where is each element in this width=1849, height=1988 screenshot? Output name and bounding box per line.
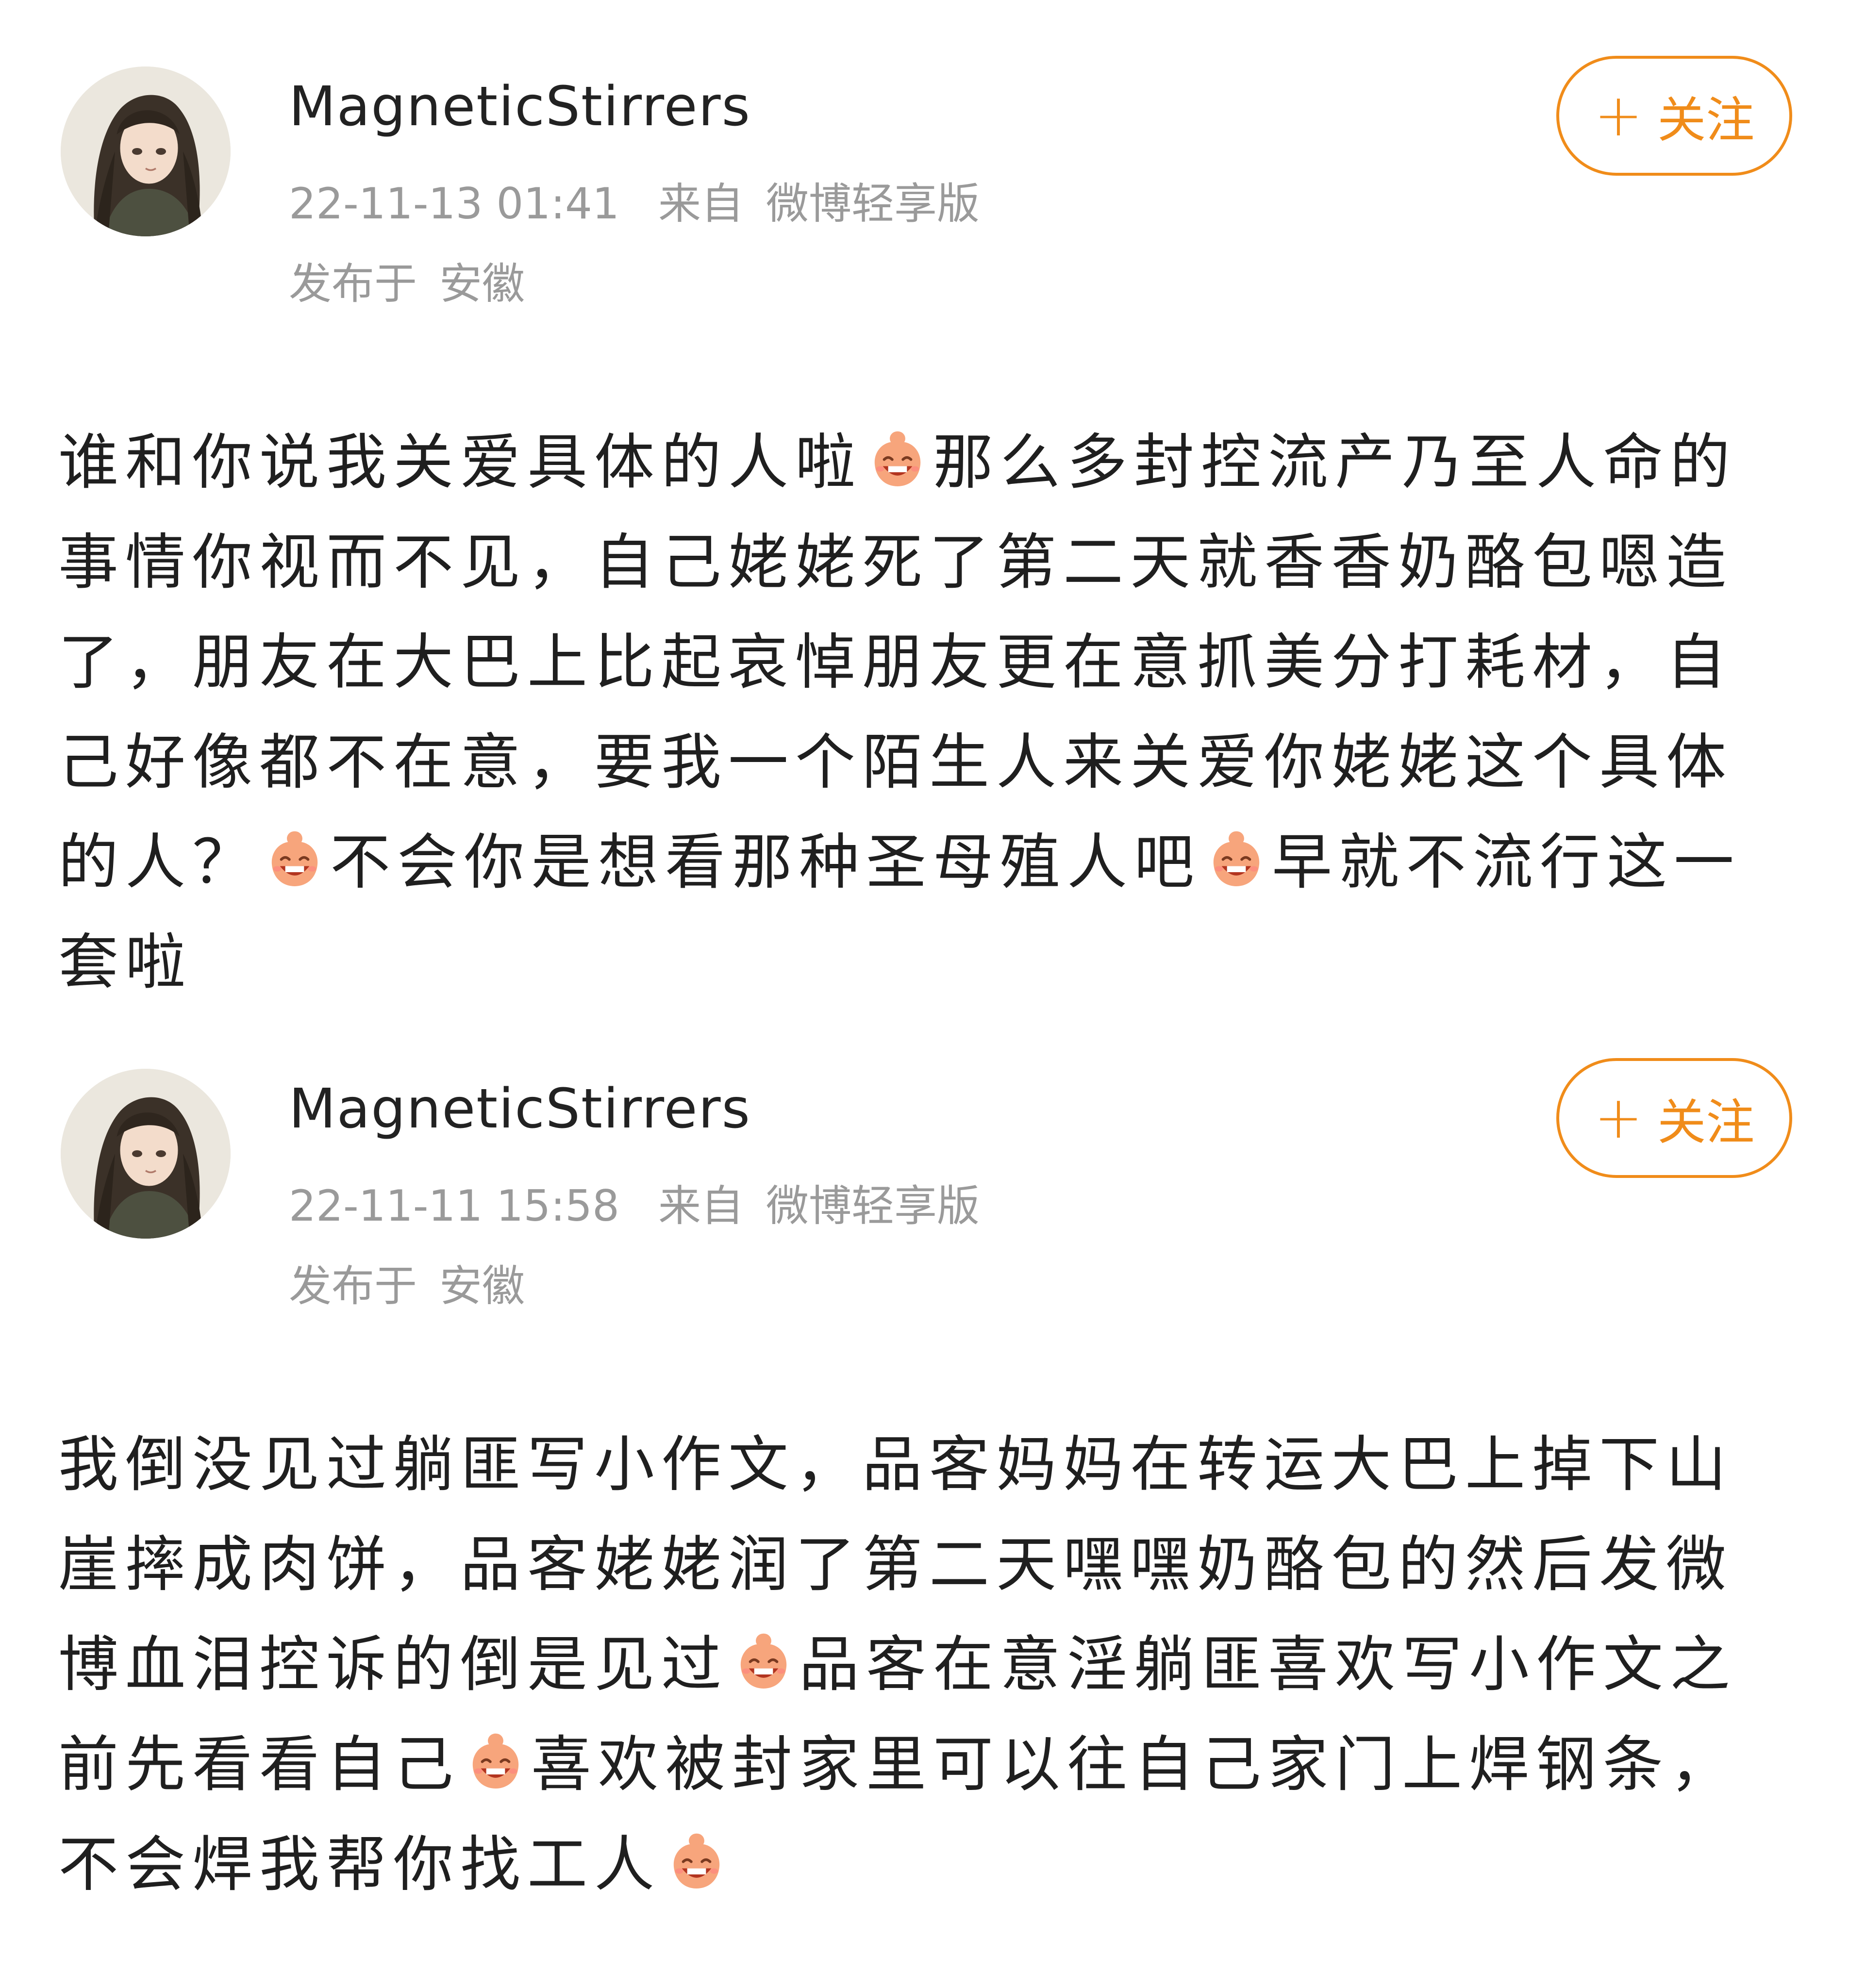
- post-meta: 22-11-11 15:58 来自 微博轻享版: [289, 1179, 980, 1233]
- post-content: 我倒没见过躺匪写小作文，品客妈妈在转运大巴上掉下山崖摔成肉饼，品客姥姥润了第二天…: [58, 1415, 1796, 1915]
- post-meta: 22-11-13 01:41 来自 微博轻享版: [289, 177, 980, 231]
- content-text: 谁和你说我关爱具体的人啦: [58, 428, 863, 497]
- avatar-image: [61, 1069, 231, 1239]
- grinning-emoji-icon: [1203, 825, 1270, 892]
- grinning-emoji-icon: [730, 1627, 797, 1694]
- grinning-emoji-icon: [864, 425, 931, 492]
- source-app[interactable]: 微博轻享版: [766, 179, 980, 229]
- follow-button[interactable]: + 关注: [1556, 1058, 1792, 1178]
- follow-label: 关注: [1657, 1094, 1755, 1151]
- grinning-emoji-icon: [261, 825, 328, 892]
- location-value: 安徽: [439, 1261, 525, 1311]
- post-location: 发布于 安徽: [289, 1259, 525, 1313]
- avatar[interactable]: [61, 66, 231, 236]
- location-label: 发布于: [289, 1261, 417, 1311]
- source-app[interactable]: 微博轻享版: [766, 1181, 980, 1231]
- location-value: 安徽: [439, 259, 525, 309]
- follow-button[interactable]: + 关注: [1556, 56, 1792, 176]
- content-text: 不会你是想看那种圣母殖人吧: [330, 828, 1201, 897]
- grinning-emoji-icon: [462, 1727, 529, 1794]
- post-time: 22-11-13 01:41: [289, 179, 620, 229]
- plus-icon: +: [1594, 82, 1643, 149]
- username[interactable]: MagneticStirrers: [289, 73, 751, 141]
- source-label: 来自: [658, 179, 744, 229]
- grinning-emoji-icon: [663, 1827, 730, 1894]
- follow-label: 关注: [1657, 92, 1755, 149]
- post-time: 22-11-11 15:58: [289, 1181, 620, 1231]
- avatar[interactable]: [61, 1069, 231, 1239]
- username[interactable]: MagneticStirrers: [289, 1075, 751, 1143]
- post-content: 谁和你说我关爱具体的人啦 那么多封控流产乃至人命的事情你视而不见，自己姥姥死了第二…: [58, 413, 1796, 1012]
- post-location: 发布于 安徽: [289, 257, 525, 311]
- avatar-image: [61, 66, 231, 236]
- location-label: 发布于: [289, 259, 417, 309]
- source-label: 来自: [658, 1181, 744, 1231]
- plus-icon: +: [1594, 1084, 1643, 1152]
